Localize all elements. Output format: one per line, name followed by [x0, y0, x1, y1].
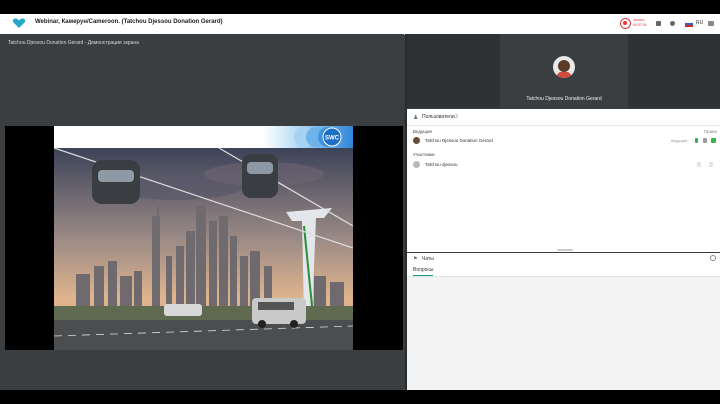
chat-panel: ⚑ Чаты Вопросы — [407, 253, 720, 390]
chat-header: ⚑ Чаты — [407, 253, 720, 265]
host-avatar — [413, 137, 420, 144]
host-row[interactable]: Tatchou Djessou Donation Gerard ведущие — [407, 136, 720, 146]
panel-scrollbar[interactable] — [557, 249, 573, 251]
participant-mic-icon[interactable] — [697, 162, 701, 167]
record-time: 00:07:34 — [633, 22, 647, 27]
participants-count: 3 — [455, 114, 458, 120]
record-status: Запись 00:07:34 — [633, 18, 647, 27]
hosts-label: Ведущие — [413, 129, 432, 134]
participant-camera-icon[interactable] — [709, 162, 713, 167]
video-participant-name: Tatchou Djessou Donation Gerard — [526, 96, 602, 102]
flag-icon[interactable] — [685, 20, 693, 27]
video-area: Tatchou Djessou Donation Gerard — [407, 34, 720, 108]
participants-header: ♟ Пользователи 3 — [407, 109, 720, 126]
participants-title: Пользователи — [422, 114, 455, 120]
host-name: Tatchou Djessou Donation Gerard — [425, 138, 493, 143]
participant-avatar — [553, 56, 575, 78]
language-selector[interactable]: RU — [696, 20, 703, 26]
host-role: ведущие — [671, 138, 688, 143]
app-logo-icon[interactable] — [12, 18, 26, 29]
screen-share-caption: Tatchou Djessou Donation Gerard - Демонс… — [8, 40, 139, 46]
shared-screen: SWC — [5, 126, 403, 350]
menu-icon[interactable] — [708, 21, 714, 26]
screen-share-area: Tatchou Djessou Donation Gerard - Демонс… — [0, 34, 404, 390]
participant-row-avatar — [413, 161, 420, 168]
settings-icon[interactable] — [670, 21, 675, 26]
presentation-slide: SWC — [54, 126, 353, 350]
top-bar: Webinar, Камерун/Cameroon. (Tatchou Djes… — [0, 14, 720, 35]
camera-icon[interactable] — [703, 138, 707, 143]
slide-logo: SWC — [325, 136, 340, 142]
participant-name: Tatchou djessou — [425, 162, 458, 167]
record-icon[interactable] — [620, 18, 631, 29]
webinar-app: Webinar, Камерун/Cameroon. (Tatchou Djes… — [0, 14, 720, 390]
mic-icon[interactable] — [695, 138, 698, 143]
screen-share-icon[interactable] — [711, 138, 716, 143]
layout-icon[interactable] — [656, 21, 661, 26]
video-tile[interactable]: Tatchou Djessou Donation Gerard — [500, 34, 628, 108]
webinar-title: Webinar, Камерун/Cameroon. (Tatchou Djes… — [35, 19, 223, 25]
rights-label: Права — [703, 129, 717, 134]
users-icon: ♟ — [413, 115, 419, 121]
slide-image: SWC — [54, 126, 353, 350]
chat-tabs: Вопросы — [407, 265, 720, 277]
participants-panel: ♟ Пользователи 3 Ведущие Права Tatchou D… — [407, 109, 720, 252]
chat-icon: ⚑ — [413, 256, 418, 262]
participants-section-label: Участники — [413, 152, 435, 157]
chat-settings-icon[interactable] — [710, 255, 716, 261]
tab-questions[interactable]: Вопросы — [413, 267, 434, 276]
participant-row[interactable]: Tatchou djessou — [407, 160, 720, 170]
chat-title: Чаты — [422, 256, 434, 262]
